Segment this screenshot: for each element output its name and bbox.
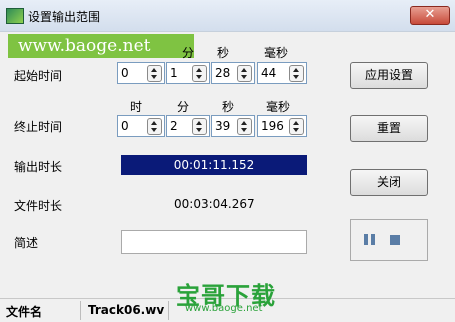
spinner-arrows-icon[interactable] [147, 65, 162, 82]
spinner-arrows-icon[interactable] [147, 118, 162, 135]
start-minute-value: 1 [170, 66, 178, 80]
apply-settings-button[interactable]: 应用设置 [350, 62, 428, 89]
start-millisecond-spinner[interactable]: 44 [257, 62, 307, 84]
spinner-arrows-icon[interactable] [289, 118, 304, 135]
end-millisecond-value: 196 [261, 119, 284, 133]
start-second-spinner[interactable]: 28 [211, 62, 255, 84]
output-duration-display: 00:01:11.152 [121, 155, 307, 175]
end-second-value: 39 [215, 119, 231, 133]
output-duration-label: 输出时长 [14, 160, 63, 174]
status-divider [80, 301, 81, 320]
title-bar: 设置输出范围 ✕ [0, 0, 455, 32]
col-header-millisecond-top: 毫秒 [263, 46, 288, 60]
file-duration-value: 00:03:04.267 [174, 197, 255, 211]
description-input[interactable] [121, 230, 307, 254]
file-duration-label: 文件时长 [14, 199, 63, 213]
end-millisecond-spinner[interactable]: 196 [257, 115, 307, 137]
spinner-arrows-icon[interactable] [289, 65, 304, 82]
close-window-button[interactable]: ✕ [410, 6, 450, 25]
start-minute-spinner[interactable]: 1 [166, 62, 210, 84]
col-header-second: 秒 [221, 100, 234, 114]
watermark: www.baoge.net [8, 34, 194, 58]
app-icon [6, 8, 24, 24]
col-header-millisecond: 毫秒 [265, 100, 290, 114]
stop-icon[interactable] [390, 235, 400, 245]
close-button[interactable]: 关闭 [350, 169, 428, 196]
col-header-minute-top: 分 [181, 46, 194, 60]
file-name-value: Track06.wv [88, 303, 165, 317]
end-second-spinner[interactable]: 39 [211, 115, 255, 137]
file-name-label: 文件名 [6, 305, 43, 319]
end-hour-value: 0 [121, 119, 129, 133]
col-header-hour: 时 [129, 100, 142, 114]
window-title: 设置输出范围 [28, 10, 101, 24]
reset-button[interactable]: 重置 [350, 115, 428, 142]
start-time-label: 起始时间 [14, 69, 63, 83]
status-divider [168, 301, 169, 320]
start-hour-value: 0 [121, 66, 129, 80]
end-minute-value: 2 [170, 119, 178, 133]
pause-icon[interactable] [364, 234, 376, 245]
site-logo-url: www.baoge.net [185, 303, 263, 314]
description-label: 简述 [14, 236, 39, 250]
end-time-label: 终止时间 [14, 120, 63, 134]
spinner-arrows-icon[interactable] [192, 118, 207, 135]
start-hour-spinner[interactable]: 0 [117, 62, 165, 84]
player-controls [350, 219, 428, 261]
start-millisecond-value: 44 [261, 66, 277, 80]
spinner-arrows-icon[interactable] [192, 65, 207, 82]
col-header-minute: 分 [176, 100, 189, 114]
spinner-arrows-icon[interactable] [237, 118, 252, 135]
end-minute-spinner[interactable]: 2 [166, 115, 210, 137]
end-hour-spinner[interactable]: 0 [117, 115, 165, 137]
spinner-arrows-icon[interactable] [237, 65, 252, 82]
col-header-second-top: 秒 [216, 46, 229, 60]
start-second-value: 28 [215, 66, 231, 80]
